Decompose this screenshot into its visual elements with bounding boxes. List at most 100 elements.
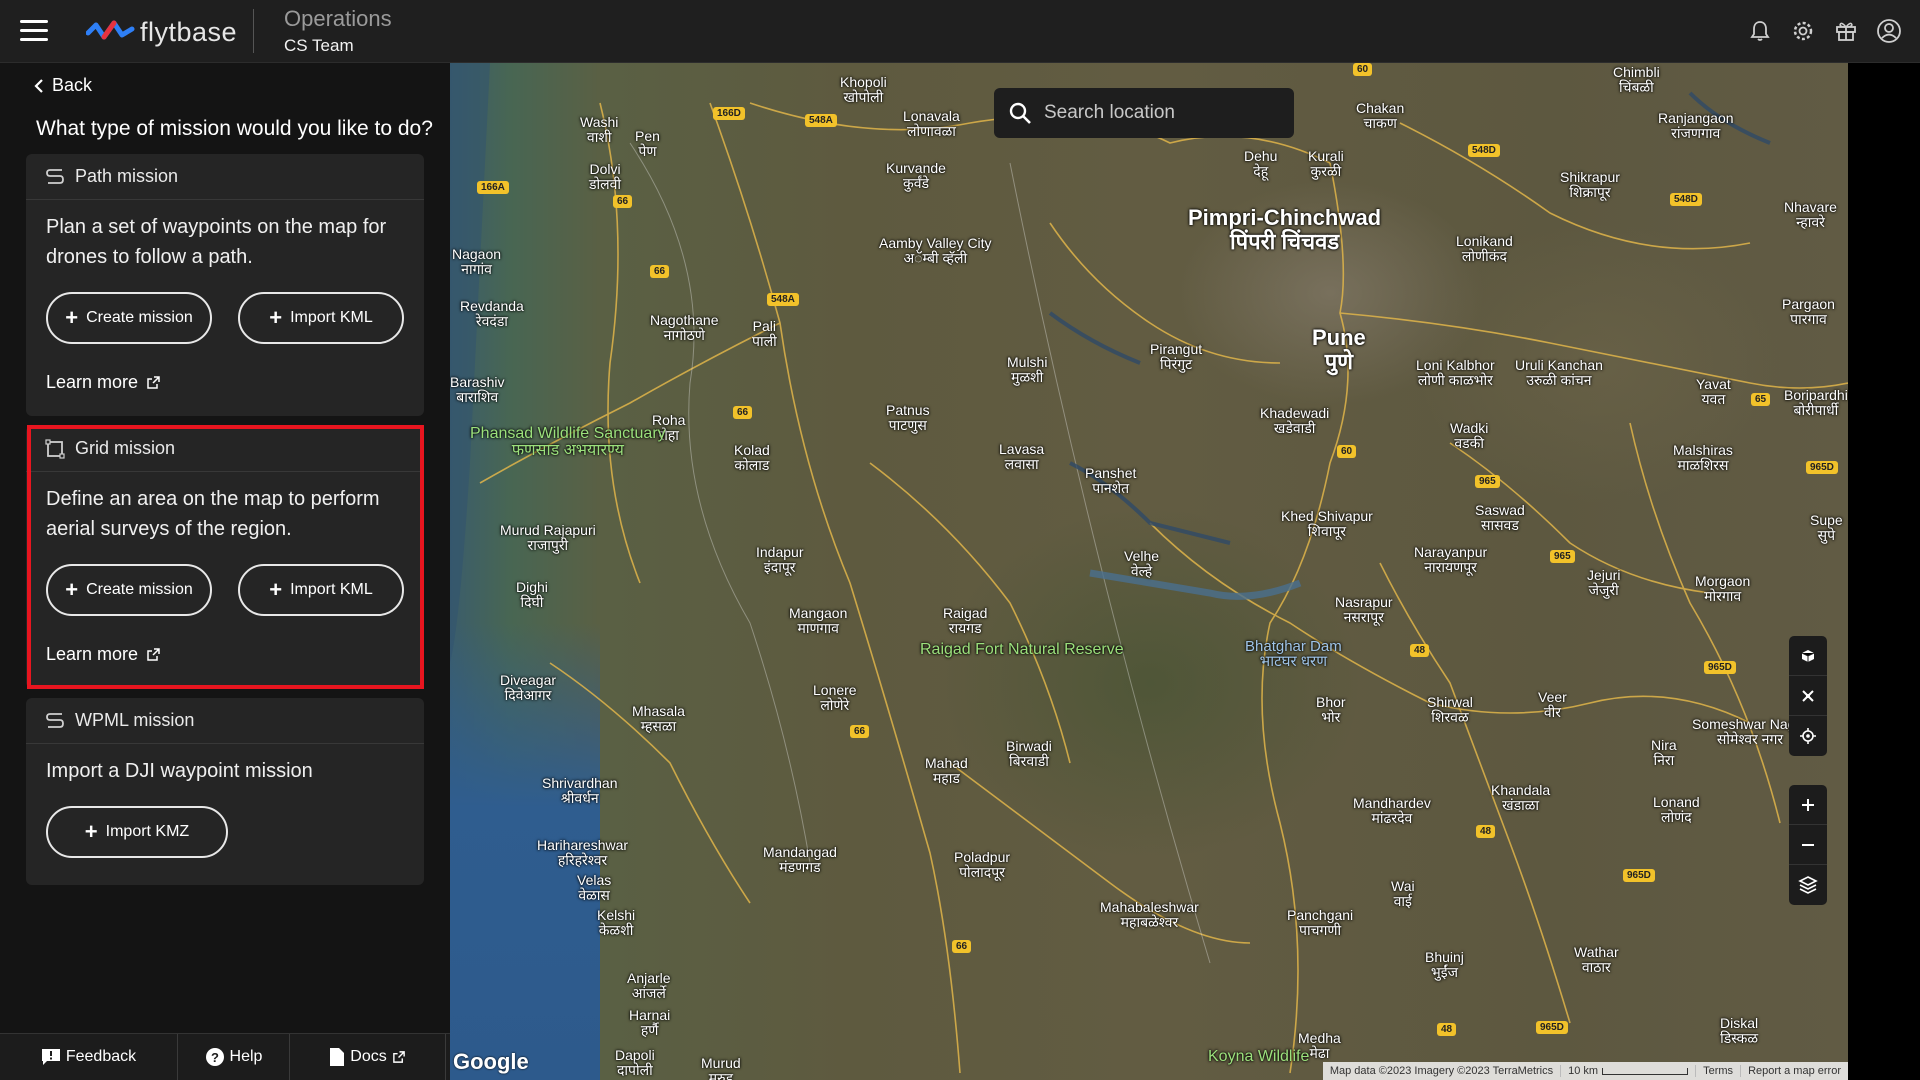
feedback-button[interactable]: Feedback — [0, 1034, 178, 1080]
place-label: Lonand लोणंद — [1653, 794, 1700, 825]
report-map-error-link[interactable]: Report a map error — [1741, 1065, 1848, 1077]
place-label: Harihareshwar हरिहरेश्वर — [537, 837, 629, 868]
sidebar-footer: Feedback ? Help Docs — [0, 1033, 450, 1080]
bell-icon[interactable] — [1747, 18, 1773, 44]
place-label: Revdanda रेवदंडा — [460, 298, 524, 329]
road-shield: 166A — [477, 181, 509, 194]
map-scale[interactable]: 10 km — [1561, 1065, 1697, 1077]
chevron-left-icon — [34, 78, 43, 93]
plus-icon: + — [84, 819, 98, 844]
docs-button[interactable]: Docs — [290, 1034, 446, 1080]
zoom-in-icon[interactable] — [1789, 785, 1827, 825]
road-shield: 166D — [713, 107, 745, 120]
plus-icon: + — [269, 577, 283, 602]
place-label: Barashiv बाराशिव — [450, 374, 505, 405]
place-label: Murud Rajapuri राजापुरी — [500, 522, 596, 553]
place-label: Velas वेळास — [577, 872, 612, 903]
search-input[interactable] — [1044, 102, 1284, 124]
import-kml-button[interactable]: + Import KML — [238, 292, 404, 344]
button-label: Import KML — [290, 309, 373, 326]
road-shield: 66 — [733, 406, 753, 419]
road-shield: 965 — [1550, 550, 1575, 563]
place-label: Kolad कोलाड — [734, 442, 770, 473]
place-label: Shrivardhan श्रीवर्धन — [542, 775, 618, 806]
place-label: Yavat यवत — [1696, 376, 1731, 407]
cube-icon[interactable] — [1789, 636, 1827, 676]
grid-icon — [45, 438, 65, 459]
place-label: Mandangad मंडणगड — [763, 844, 837, 875]
road-shield: 548D — [1468, 144, 1500, 157]
place-label: Anjarle आंजर्ले — [627, 970, 671, 1001]
logo-text: flytbase — [140, 16, 238, 47]
place-label: Pimpri-Chinchwad पिंपरी चिंचवड — [1188, 205, 1382, 254]
place-label: Dehu देहू — [1244, 148, 1278, 179]
place-label: Narayanpur नारायणपूर — [1414, 544, 1488, 575]
place-label: Mahabaleshwar महाबळेश्वर — [1100, 899, 1199, 930]
place-label: Kurvande कुर्वंडे — [886, 160, 946, 191]
road-shield: 66 — [650, 265, 670, 278]
gift-icon[interactable] — [1833, 18, 1859, 44]
external-link-icon — [392, 1051, 405, 1063]
place-label: Mandhardev मांढरदेव — [1353, 795, 1431, 826]
learn-more-label: Learn more — [46, 644, 139, 664]
plus-icon: + — [65, 577, 79, 602]
import-kmz-button[interactable]: + Import KMZ — [46, 806, 228, 858]
place-label: Murud मुरुड — [701, 1055, 741, 1080]
place-label: Phansad Wildlife Sanctuary फणसाड अभयारण्य — [470, 425, 666, 459]
road-shield: 60 — [1353, 63, 1373, 76]
place-label: Raigad Fort Natural Reserve — [920, 641, 1124, 658]
external-link-icon — [147, 648, 160, 661]
road-shield: 548D — [1670, 193, 1702, 206]
road-shield: 66 — [613, 195, 633, 208]
back-button[interactable]: Back — [34, 75, 92, 96]
help-label: Help — [229, 1048, 263, 1065]
help-button[interactable]: ? Help — [178, 1034, 290, 1080]
location-search-box[interactable] — [994, 88, 1294, 138]
place-label: Ranjangaon रांजणगाव — [1658, 110, 1734, 141]
create-mission-button[interactable]: + Create mission — [46, 564, 212, 616]
place-label: Pali पाली — [752, 318, 777, 349]
team-name[interactable]: CS Team — [284, 36, 354, 56]
grid-mission-card: Grid mission Define an area on the map t… — [26, 426, 424, 688]
learn-more-link[interactable]: Learn more — [26, 372, 424, 393]
place-label: Uruli Kanchan उरुळी कांचन — [1515, 357, 1603, 388]
place-label: Panchgani पाचगणी — [1287, 907, 1354, 938]
place-label: Saswad सासवड — [1475, 502, 1525, 533]
place-label: Lonere लोणेरे — [813, 682, 857, 713]
gear-icon[interactable] — [1790, 18, 1816, 44]
place-label: Dolvi डोलवी — [589, 161, 622, 192]
place-label: Patnus पाटणुस — [886, 402, 930, 433]
place-label: Shirwal शिरवळ — [1427, 694, 1473, 725]
place-label: Washi वाशी — [580, 114, 619, 145]
hamburger-menu-icon[interactable] — [20, 20, 48, 42]
search-icon — [1009, 102, 1031, 124]
google-logo: Google — [453, 1049, 529, 1074]
layers-icon[interactable] — [1789, 865, 1827, 905]
feedback-icon — [41, 1049, 60, 1065]
place-label: Mhasala म्हसळा — [632, 703, 685, 734]
document-icon — [330, 1048, 345, 1066]
place-label: Panshet पानशेत — [1085, 465, 1137, 496]
road-shield: 48 — [1437, 1023, 1457, 1036]
learn-more-link[interactable]: Learn more — [26, 644, 424, 665]
map-view-controls — [1789, 636, 1827, 756]
crosshair-x-icon[interactable] — [1789, 676, 1827, 716]
place-label: Lonikand लोणीकंद — [1456, 233, 1513, 264]
zoom-out-icon[interactable] — [1789, 825, 1827, 865]
place-label: Kurali कुरळी — [1308, 148, 1344, 179]
create-mission-button[interactable]: + Create mission — [46, 292, 212, 344]
terms-link[interactable]: Terms — [1696, 1065, 1742, 1077]
button-label: Import KMZ — [105, 823, 190, 840]
flytbase-logo[interactable]: flytbase — [86, 16, 237, 48]
road-shield: 548A — [805, 114, 837, 127]
locate-icon[interactable] — [1789, 716, 1827, 756]
import-kml-button[interactable]: + Import KML — [238, 564, 404, 616]
page-title: Operations — [284, 6, 392, 31]
user-circle-icon[interactable] — [1876, 18, 1902, 44]
path-icon — [46, 712, 64, 728]
path-icon — [46, 168, 64, 184]
place-label: Koyna Wildlife — [1208, 1048, 1310, 1065]
place-label: Harnai हर्णै — [629, 1007, 671, 1038]
place-label: Khopoli खोपोली — [840, 74, 887, 105]
satellite-map[interactable]: Pimpri-Chinchwad पिंपरी चिंचवड Pune पुणे K… — [450, 63, 1848, 1080]
